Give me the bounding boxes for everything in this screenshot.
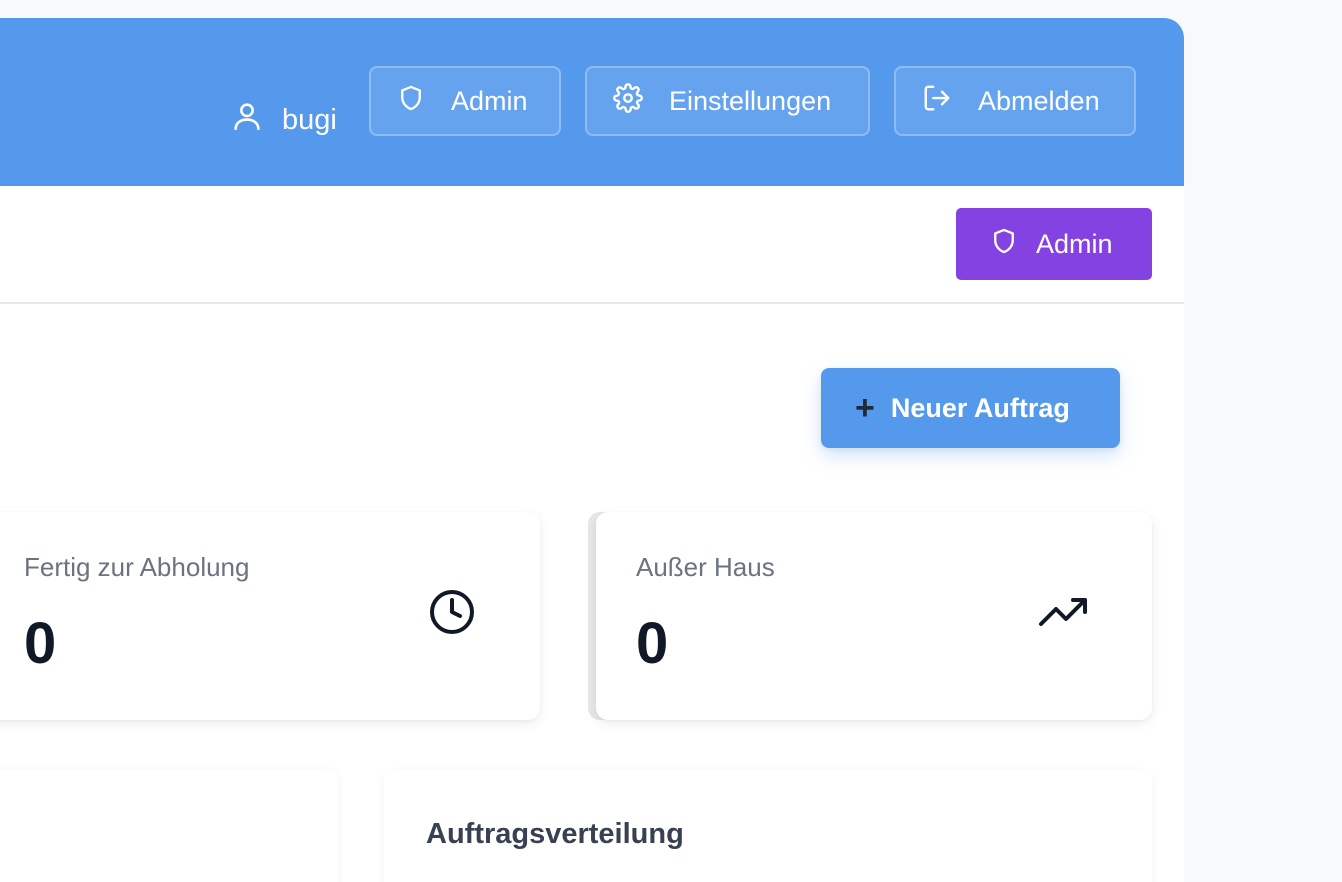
left-panel <box>0 770 338 882</box>
logout-button[interactable]: Abmelden <box>894 66 1136 136</box>
stat-value: 0 <box>636 611 669 676</box>
user-info: bugi <box>230 84 337 156</box>
logout-icon <box>922 83 978 120</box>
top-header: bugi Admin Einstellungen Abmelden <box>0 18 1184 186</box>
panel-title: Auftragsverteilung <box>426 818 684 850</box>
shield-icon <box>397 83 451 120</box>
admin-button-label: Admin <box>1036 228 1113 259</box>
sub-toolbar: Admin <box>0 186 1184 304</box>
username: bugi <box>282 103 337 136</box>
stat-label: Außer Haus <box>636 552 775 582</box>
gear-icon <box>613 82 669 120</box>
app-window: bugi Admin Einstellungen Abmelden Admin … <box>0 18 1184 882</box>
stat-card-out-of-house: Außer Haus 0 <box>596 512 1152 720</box>
stat-label: Fertig zur Abholung <box>24 552 250 582</box>
stat-card-ready-for-pickup: Fertig zur Abholung 0 <box>0 512 540 720</box>
settings-label: Einstellungen <box>669 85 832 116</box>
admin-nav-button[interactable]: Admin <box>369 66 561 136</box>
order-distribution-panel: Auftragsverteilung <box>384 770 1152 882</box>
stat-value: 0 <box>24 611 57 676</box>
new-order-label: Neuer Auftrag <box>890 392 1070 423</box>
logout-label: Abmelden <box>978 85 1100 116</box>
user-icon <box>230 98 282 142</box>
settings-button[interactable]: Einstellungen <box>585 66 870 136</box>
admin-nav-label: Admin <box>451 85 528 116</box>
trending-up-icon <box>1038 588 1088 641</box>
shield-icon <box>990 226 1036 263</box>
clock-icon <box>428 588 476 641</box>
new-order-button[interactable]: + Neuer Auftrag <box>821 368 1120 448</box>
admin-button[interactable]: Admin <box>956 208 1152 280</box>
plus-icon: + <box>855 389 875 427</box>
